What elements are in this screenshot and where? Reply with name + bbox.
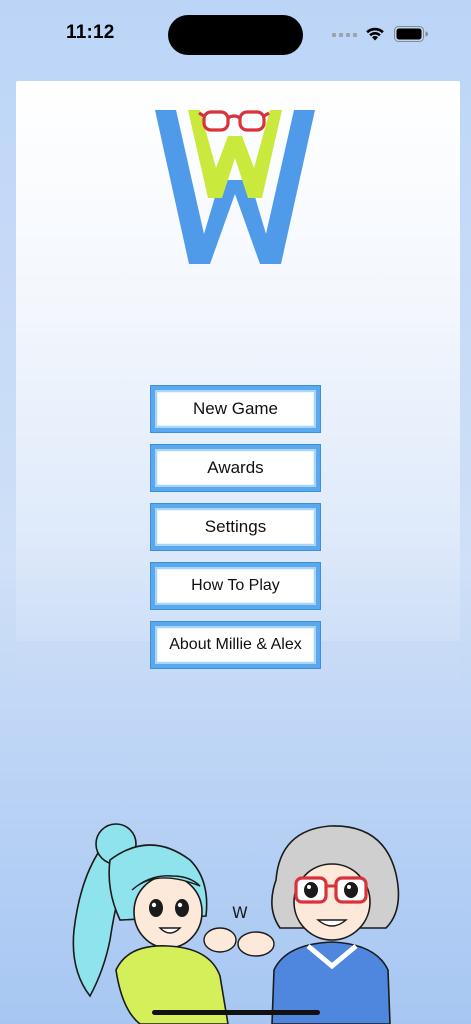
how-to-play-label: How To Play — [191, 577, 280, 594]
status-time: 11:12 — [66, 22, 115, 43]
svg-text:W: W — [232, 903, 248, 922]
wifi-icon — [366, 27, 384, 41]
awards-label: Awards — [207, 458, 264, 477]
alex-illustration — [237, 825, 400, 1024]
logo-w-icon — [155, 110, 315, 264]
new-game-label: New Game — [192, 399, 279, 418]
signal-icon — [332, 33, 358, 39]
settings-label: Settings — [204, 517, 267, 536]
millie-illustration — [72, 823, 237, 1024]
about-label: About Millie & Alex — [169, 636, 302, 653]
main-menu: New Game Awards Settings How To Play Abo… — [151, 386, 320, 681]
about-button[interactable]: About Millie & Alex — [151, 622, 320, 668]
status-bar: 11:12 — [0, 0, 471, 70]
battery-icon — [394, 26, 428, 42]
dynamic-island — [168, 15, 303, 55]
awards-button[interactable]: Awards — [151, 445, 320, 491]
how-to-play-button[interactable]: How To Play — [151, 563, 320, 609]
settings-button[interactable]: Settings — [151, 504, 320, 550]
new-game-button[interactable]: New Game — [151, 386, 320, 432]
home-indicator — [152, 1010, 320, 1015]
characters-illustration: W — [72, 823, 400, 1024]
